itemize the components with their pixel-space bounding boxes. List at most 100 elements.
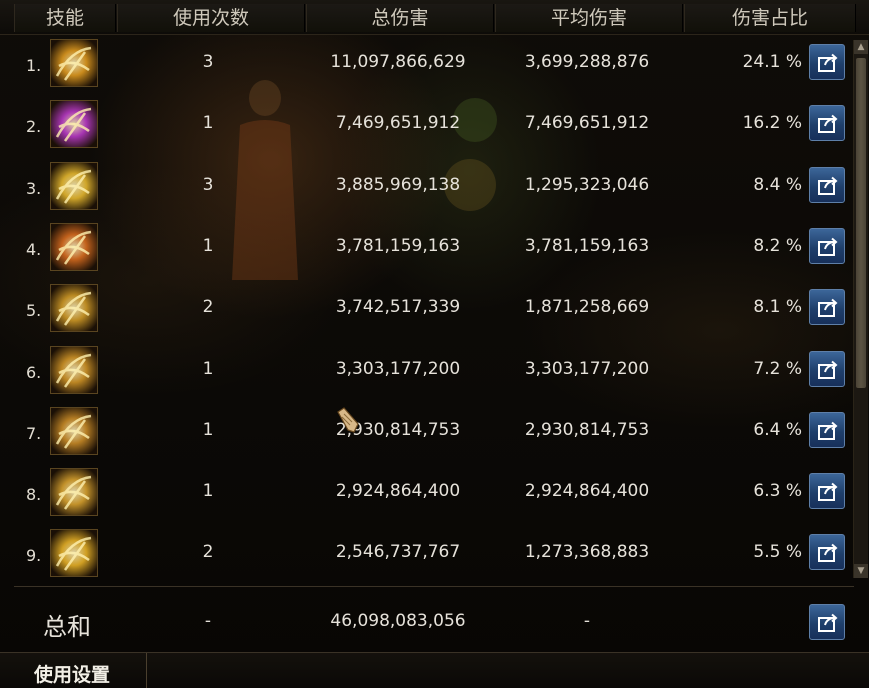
- share-icon: [818, 360, 838, 379]
- row-rank: 4.: [26, 239, 42, 259]
- table-row[interactable]: 1. 3 11,097,866,629 3,699,288,876 24.1 %: [0, 33, 855, 94]
- row-damage-share: 24.1 %: [742, 52, 802, 72]
- row-total-damage: 11,097,866,629: [330, 52, 466, 72]
- header-skill[interactable]: 技能: [14, 4, 116, 32]
- row-uses: 3: [202, 174, 214, 195]
- table-scrollbar[interactable]: ▲ ▼: [853, 40, 868, 578]
- share-icon: [818, 115, 838, 134]
- summary-uses: -: [204, 611, 212, 631]
- row-avg-damage: 1,871,258,669: [524, 297, 650, 318]
- row-total-damage: 2,930,814,753: [335, 419, 461, 440]
- row-share-button[interactable]: [809, 473, 845, 510]
- damage-statistics-window: 技能 使用次数 总伤害 平均伤害 伤害占比 1. 3 11,097,866,62…: [0, 0, 869, 688]
- row-avg-damage: 2,924,864,400: [524, 481, 650, 502]
- scroll-up-arrow-icon[interactable]: ▲: [854, 40, 868, 54]
- share-icon: [818, 421, 838, 440]
- summary-avg-damage: -: [583, 611, 591, 631]
- share-icon: [818, 53, 838, 72]
- golden-slash-skill-icon[interactable]: [50, 284, 98, 333]
- row-rank: 5.: [26, 301, 42, 321]
- row-rank: 7.: [26, 423, 42, 443]
- share-icon: [818, 176, 838, 195]
- row-rank: 8.: [26, 485, 42, 505]
- table-row[interactable]: 8. 1 2,924,864,400 2,924,864,400 6.3 %: [0, 462, 855, 523]
- row-damage-share: 6.3 %: [753, 481, 802, 502]
- row-total-damage: 3,303,177,200: [335, 358, 461, 379]
- row-damage-share: 6.4 %: [753, 419, 802, 440]
- row-damage-share: 7.2 %: [753, 358, 802, 379]
- row-share-button[interactable]: [809, 227, 845, 264]
- row-avg-damage: 3,303,177,200: [524, 358, 650, 379]
- row-rank: 2.: [26, 117, 42, 137]
- row-total-damage: 2,924,864,400: [335, 481, 461, 502]
- header-total-damage[interactable]: 总伤害: [306, 4, 494, 32]
- row-avg-damage: 1,295,323,046: [524, 174, 650, 195]
- summary-divider: [14, 586, 854, 587]
- table-row[interactable]: 5. 2 3,742,517,339 1,871,258,669 8.1 %: [0, 278, 855, 339]
- scroll-down-arrow-icon[interactable]: ▼: [854, 564, 868, 578]
- share-icon: [818, 544, 838, 563]
- row-damage-share: 16.2 %: [742, 113, 802, 134]
- row-uses: 2: [202, 542, 214, 563]
- row-uses: 1: [202, 481, 214, 502]
- table-header: 技能 使用次数 总伤害 平均伤害 伤害占比: [0, 0, 869, 35]
- row-total-damage: 3,885,969,138: [335, 174, 461, 195]
- row-uses: 3: [202, 52, 214, 72]
- row-damage-share: 5.5 %: [753, 542, 802, 563]
- tab-usage-settings[interactable]: 使用设置: [0, 653, 147, 688]
- row-share-button[interactable]: [809, 534, 845, 571]
- share-icon: [818, 482, 838, 502]
- row-share-button[interactable]: [809, 350, 845, 387]
- row-uses: 1: [202, 113, 214, 134]
- summary-total-damage: 46,098,083,056: [330, 611, 466, 631]
- table-row[interactable]: 7. 1 2,930,814,753 2,930,814,753 6.4 %: [0, 401, 855, 462]
- chain-flame-skill-icon[interactable]: [50, 222, 98, 271]
- table-row[interactable]: 4. 1 3,781,159,163 3,781,159,163 8.2 %: [0, 217, 855, 278]
- row-share-button[interactable]: [809, 44, 845, 80]
- header-uses[interactable]: 使用次数: [117, 4, 305, 32]
- table-row[interactable]: 9. 2 2,546,737,767 1,273,368,883 5.5 %: [0, 523, 855, 584]
- summary-share-button[interactable]: [809, 604, 845, 640]
- row-rank: 3.: [26, 178, 42, 198]
- hand-cursor-icon: [337, 407, 359, 433]
- row-share-button[interactable]: [809, 105, 845, 142]
- radiant-fan-skill-icon[interactable]: [50, 468, 98, 517]
- header-damage-share[interactable]: 伤害占比: [684, 4, 856, 32]
- bottom-bar: 使用设置: [0, 652, 869, 688]
- scrollbar-thumb[interactable]: [856, 58, 866, 388]
- row-share-button[interactable]: [809, 166, 845, 203]
- row-total-damage: 7,469,651,912: [335, 113, 461, 134]
- claw-slash-skill-icon[interactable]: [50, 39, 98, 87]
- summary-row: 总和 - 46,098,083,056 -: [0, 590, 855, 652]
- row-uses: 1: [202, 358, 214, 379]
- row-uses: 1: [202, 235, 214, 256]
- table-row[interactable]: 3. 3 3,885,969,138 1,295,323,046 8.4 %: [0, 156, 855, 217]
- table-row[interactable]: 2. 1 7,469,651,912 7,469,651,912 16.2 %: [0, 94, 855, 155]
- row-avg-damage: 2,930,814,753: [524, 419, 650, 440]
- lightning-strike-skill-icon[interactable]: [50, 529, 98, 578]
- row-avg-damage: 1,273,368,883: [524, 542, 650, 563]
- row-damage-share: 8.1 %: [753, 297, 802, 318]
- row-rank: 6.: [26, 362, 42, 382]
- row-avg-damage: 7,469,651,912: [524, 113, 650, 134]
- row-rank: 1.: [26, 56, 42, 75]
- share-icon: [818, 613, 838, 632]
- table-row[interactable]: 6. 1 3,303,177,200 3,303,177,200 7.2 %: [0, 340, 855, 401]
- spiral-wind-skill-icon[interactable]: [50, 345, 98, 394]
- row-total-damage: 2,546,737,767: [335, 542, 461, 563]
- row-avg-damage: 3,781,159,163: [524, 235, 650, 256]
- row-damage-share: 8.4 %: [753, 174, 802, 195]
- summary-label: 总和: [43, 613, 91, 641]
- row-uses: 2: [202, 297, 214, 318]
- row-avg-damage: 3,699,288,876: [524, 52, 650, 72]
- share-icon: [818, 298, 838, 318]
- crossed-blades-skill-icon[interactable]: [50, 406, 98, 455]
- row-total-damage: 3,781,159,163: [335, 235, 461, 256]
- star-burst-skill-icon[interactable]: [50, 161, 98, 210]
- row-damage-share: 8.2 %: [753, 235, 802, 256]
- row-share-button[interactable]: [809, 411, 845, 448]
- row-share-button[interactable]: [809, 289, 845, 326]
- row-uses: 1: [202, 419, 214, 440]
- purple-vortex-skill-icon[interactable]: [50, 100, 98, 149]
- header-avg-damage[interactable]: 平均伤害: [495, 4, 683, 32]
